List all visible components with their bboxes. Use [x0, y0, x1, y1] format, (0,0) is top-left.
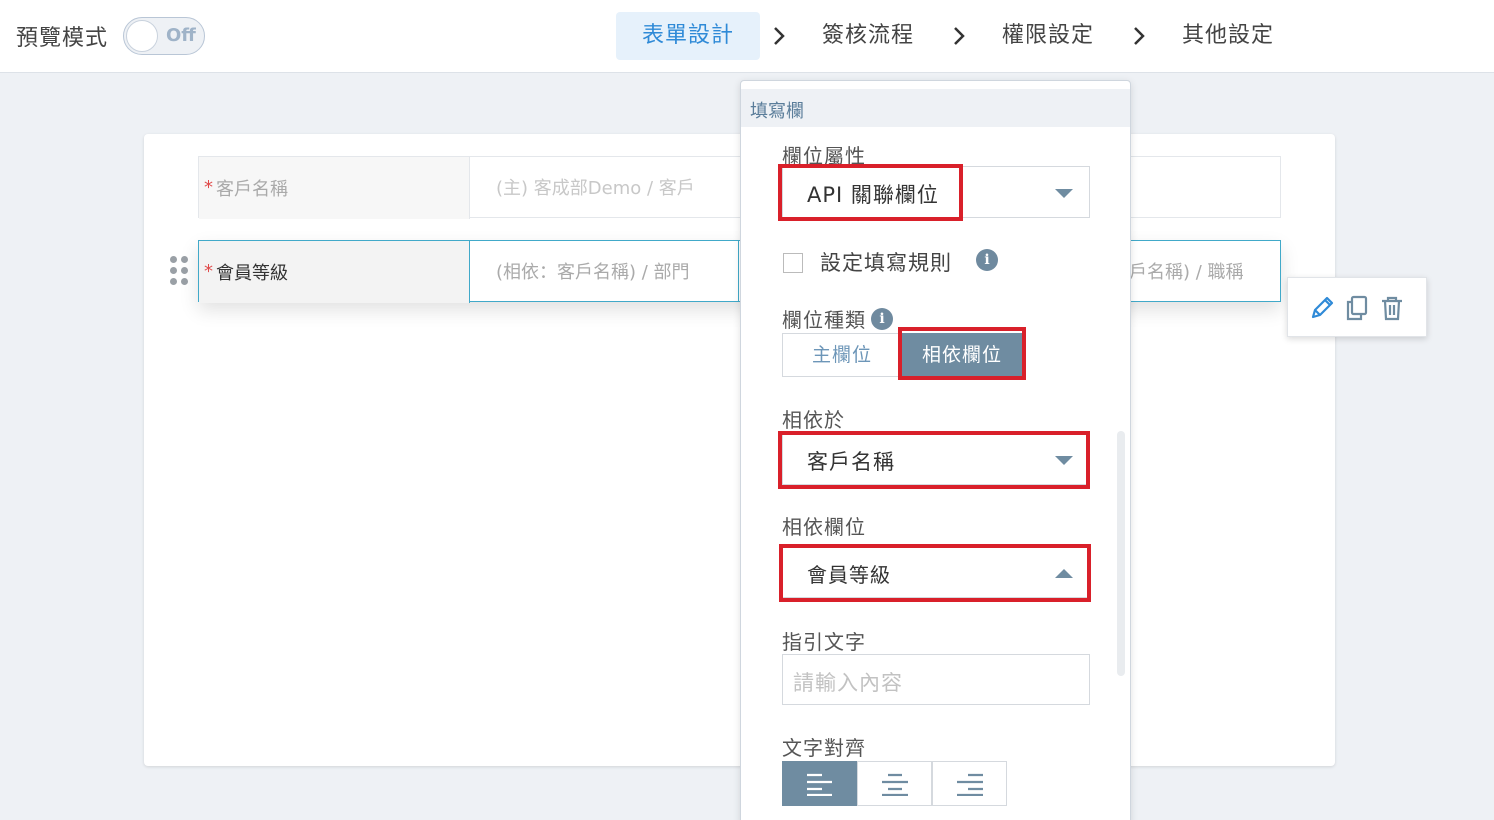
- pencil-icon[interactable]: [1308, 294, 1336, 322]
- chevron-right-icon: [952, 22, 968, 50]
- panel-title: 填寫欄: [750, 101, 804, 122]
- highlight-box: [778, 164, 963, 221]
- align-center-button[interactable]: [857, 761, 932, 806]
- highlight-box: [779, 544, 1091, 602]
- copy-icon[interactable]: [1343, 294, 1371, 322]
- info-icon[interactable]: i: [871, 308, 893, 330]
- required-mark: *: [204, 261, 213, 282]
- row-action-toolbar: [1287, 277, 1427, 337]
- align-center-icon: [882, 773, 908, 796]
- toggle-knob: [126, 20, 158, 52]
- panel-header: 填寫欄: [741, 89, 1130, 127]
- field-label-cell: * 會員等級: [199, 241, 470, 303]
- align-left-icon: [807, 773, 832, 796]
- panel-scrollbar[interactable]: [1117, 431, 1125, 676]
- fill-rule-label: 設定填寫規則: [820, 251, 952, 275]
- field-placeholder: (相依：客戶名稱) / 部門: [496, 262, 690, 283]
- highlight-box: [778, 431, 1090, 489]
- field-type-main[interactable]: 主欄位: [782, 333, 902, 377]
- depends-on-label: 相依於: [782, 408, 845, 432]
- align-left-button[interactable]: [782, 761, 857, 806]
- field-label: 會員等級: [216, 263, 288, 284]
- step-form-design[interactable]: 表單設計: [616, 12, 760, 60]
- cell-divider: [738, 241, 739, 301]
- chevron-right-icon: [1132, 22, 1148, 50]
- chevron-right-icon: [772, 22, 788, 50]
- align-right-button[interactable]: [932, 761, 1007, 806]
- hint-text-input[interactable]: 請輸入內容: [782, 654, 1090, 705]
- step-permission-settings[interactable]: 權限設定: [986, 12, 1110, 60]
- dependent-field-label: 相依欄位: [782, 515, 866, 539]
- toggle-state-text: Off: [166, 25, 196, 46]
- required-mark: *: [204, 177, 213, 198]
- info-icon[interactable]: i: [976, 249, 998, 271]
- fill-rule-checkbox[interactable]: [783, 253, 803, 273]
- preview-mode-toggle[interactable]: Off: [123, 17, 205, 55]
- drag-handle-icon[interactable]: [170, 256, 190, 286]
- hint-text-label: 指引文字: [782, 630, 866, 654]
- field-label: 客戶名稱: [216, 179, 288, 200]
- field-label-cell: * 客戶名稱: [199, 157, 470, 219]
- preview-mode-label: 預覽模式: [16, 26, 109, 51]
- top-bar: 預覽模式 Off 表單設計 簽核流程 權限設定 其他設定: [0, 0, 1494, 73]
- field-type-label: 欄位種類: [782, 308, 866, 332]
- caret-down-icon: [1055, 189, 1073, 198]
- text-align-label: 文字對齊: [782, 736, 866, 760]
- align-right-icon: [957, 773, 983, 796]
- input-placeholder: 請輸入內容: [793, 671, 903, 695]
- field-placeholder-secondary: 戶名稱) / 職稱: [1129, 262, 1244, 283]
- step-other-settings[interactable]: 其他設定: [1166, 12, 1290, 60]
- field-property-panel: 填寫欄 欄位屬性 API 關聯欄位 設定填寫規則 i 欄位種類 i 主欄位 相依…: [740, 80, 1131, 820]
- highlight-box: [898, 327, 1026, 380]
- step-approval-flow[interactable]: 簽核流程: [806, 12, 930, 60]
- field-placeholder: (主) 客成部Demo / 客戶: [496, 178, 695, 199]
- trash-icon[interactable]: [1378, 294, 1406, 322]
